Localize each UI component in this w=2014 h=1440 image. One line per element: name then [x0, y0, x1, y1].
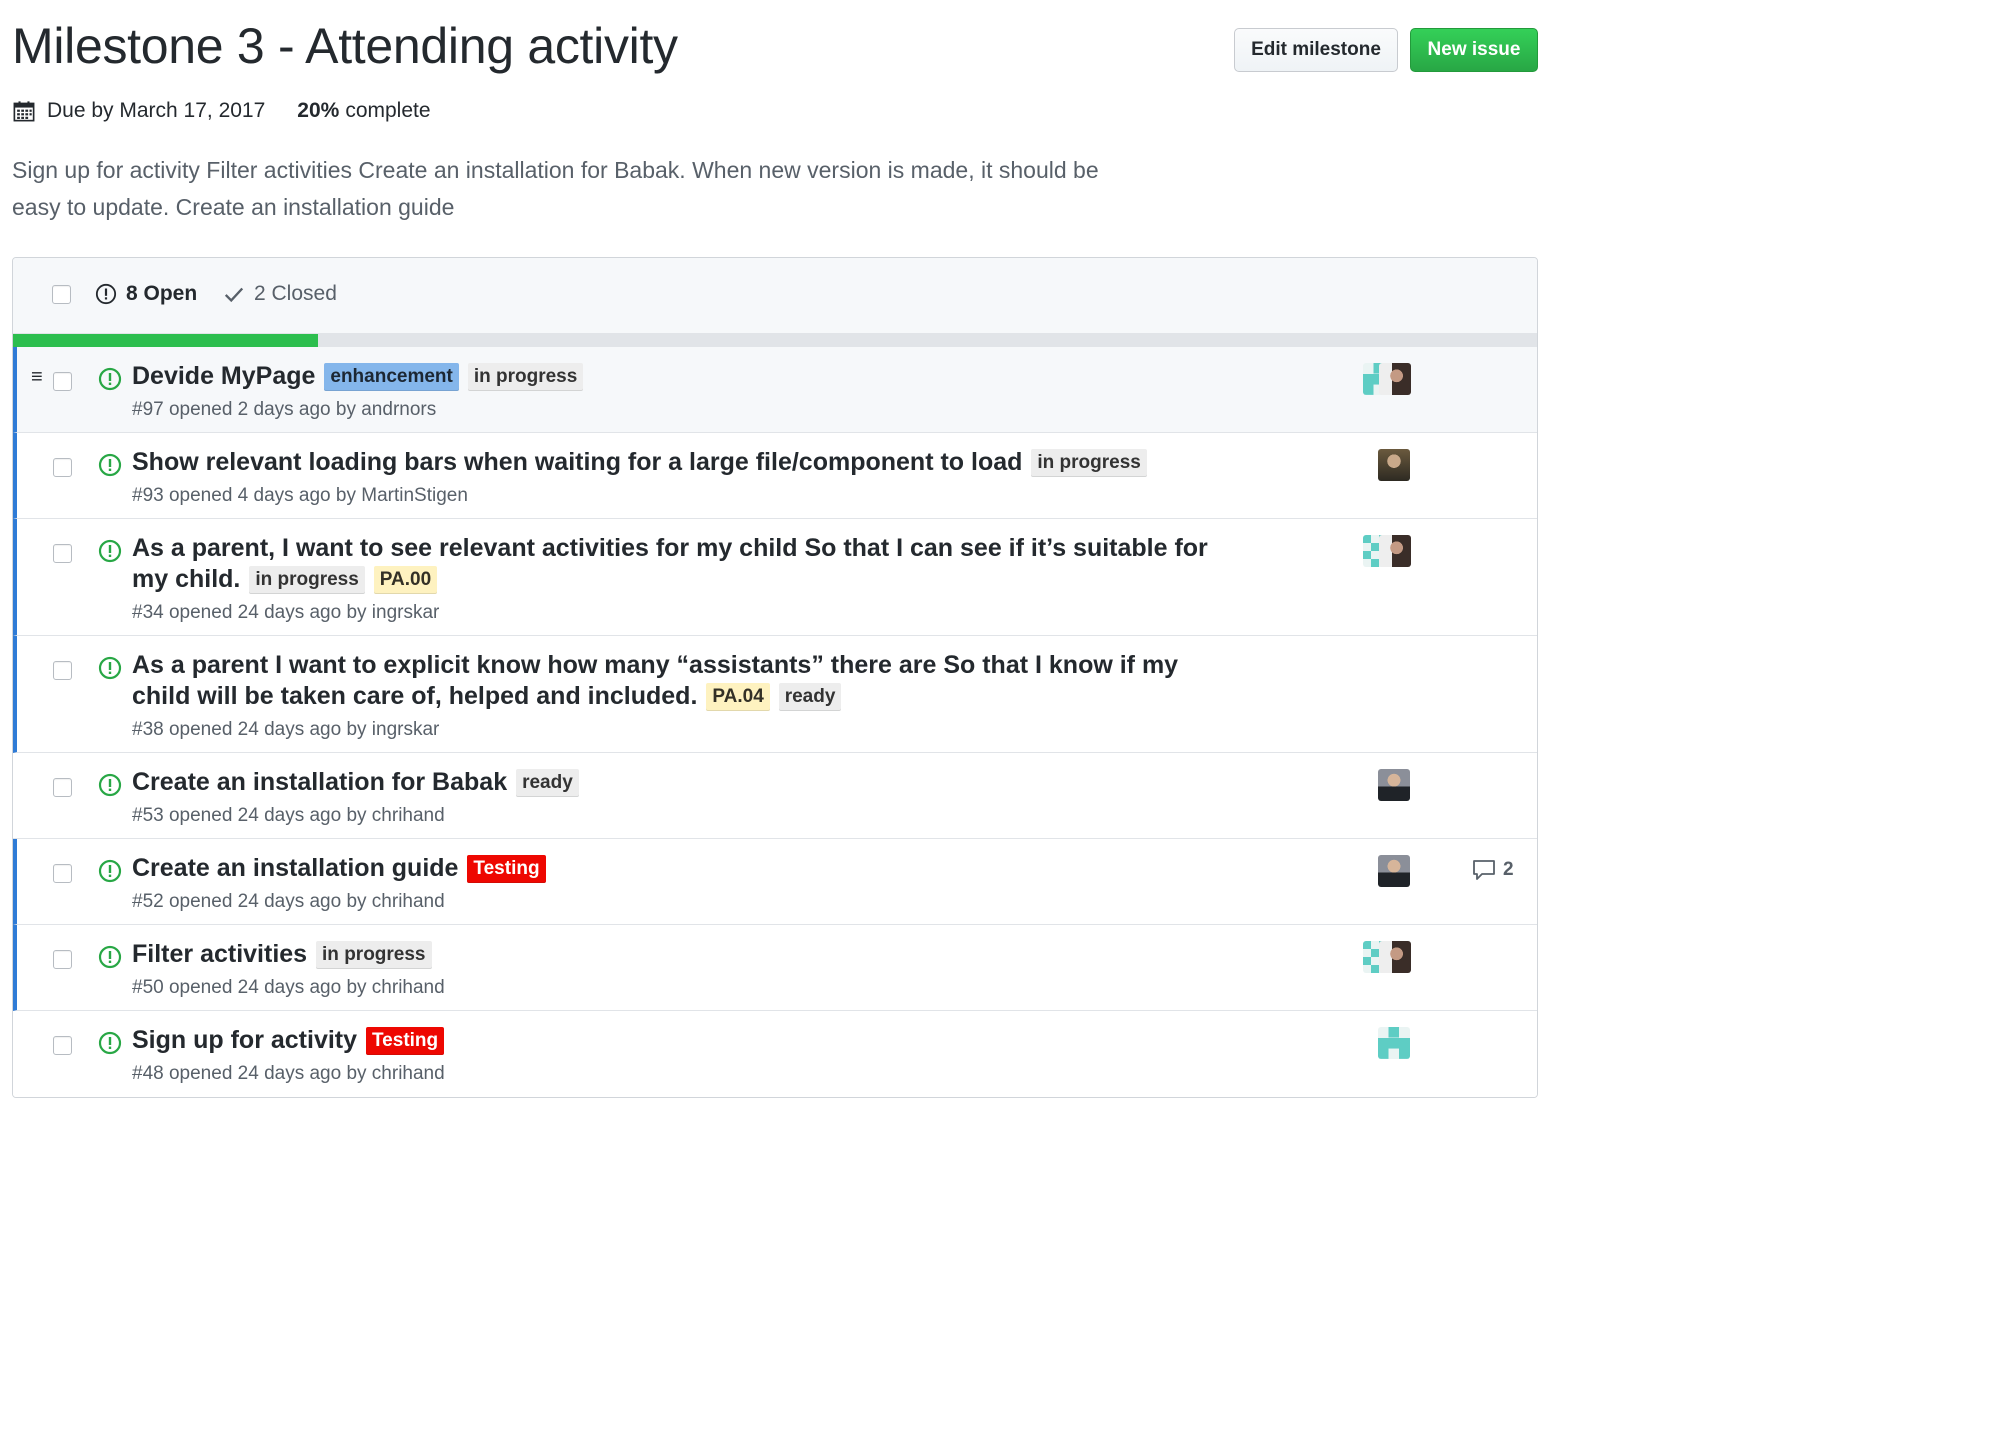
label-testing[interactable]: Testing — [467, 855, 546, 883]
avatar[interactable] — [1379, 535, 1411, 567]
issue-opened-icon — [98, 945, 122, 969]
avatar[interactable] — [1378, 449, 1410, 481]
issue-checkbox[interactable] — [53, 544, 72, 563]
avatar[interactable] — [1378, 769, 1410, 801]
label-in-progress[interactable]: in progress — [249, 566, 365, 594]
new-issue-button[interactable]: New issue — [1410, 28, 1538, 72]
issue-meta: #34 opened 24 days ago by ingrskar — [132, 602, 440, 623]
issue-checkbox[interactable] — [53, 950, 72, 969]
assignees[interactable] — [1363, 941, 1411, 973]
issue-meta: #53 opened 24 days ago by chrihand — [132, 805, 445, 826]
issue-row[interactable]: Create an installation for Babak ready #… — [13, 753, 1537, 839]
select-all-checkbox[interactable] — [52, 285, 71, 304]
drag-handle-icon[interactable]: ≡ — [31, 367, 43, 387]
issues-header: 8 Open 2 Closed — [13, 258, 1537, 334]
issue-checkbox[interactable] — [53, 778, 72, 797]
comment-count: 2 — [1503, 859, 1514, 880]
issue-checkbox[interactable] — [53, 458, 72, 477]
issue-checkbox[interactable] — [53, 661, 72, 680]
label-in-progress[interactable]: in progress — [467, 363, 584, 391]
assignees[interactable] — [1378, 769, 1410, 801]
open-issues-tab[interactable]: 8 Open — [95, 282, 197, 306]
issue-row[interactable]: Create an installation guide Testing #52… — [13, 839, 1537, 925]
label-pa-00[interactable]: PA.00 — [373, 566, 438, 594]
issue-title-link[interactable]: Create an installation guide — [132, 854, 458, 882]
issue-row[interactable]: ≡ Devide MyPage enhancement in progress … — [13, 347, 1537, 433]
issue-opened-icon — [98, 1031, 122, 1055]
issue-meta: #97 opened 2 days ago by andrnors — [132, 399, 437, 420]
issue-checkbox[interactable] — [53, 372, 72, 391]
assignees[interactable] — [1363, 535, 1411, 567]
issue-opened-icon — [98, 656, 122, 680]
issue-title-link[interactable]: Sign up for activity — [132, 1026, 357, 1054]
label-enhancement[interactable]: enhancement — [324, 363, 459, 391]
issue-meta: #38 opened 24 days ago by ingrskar — [132, 719, 440, 740]
issue-title-link[interactable]: Show relevant loading bars when waiting … — [132, 448, 1022, 476]
comments-link[interactable]: 2 — [1472, 859, 1514, 881]
milestone-meta: Due by March 17, 2017 20% complete — [13, 96, 431, 126]
issue-opened-icon — [98, 539, 122, 563]
label-in-progress[interactable]: in progress — [1031, 449, 1147, 477]
label-pa-04[interactable]: PA.04 — [706, 683, 770, 711]
closed-issues-tab[interactable]: 2 Closed — [223, 282, 337, 306]
issue-row[interactable]: As a parent, I want to see relevant acti… — [13, 519, 1537, 636]
label-ready[interactable]: ready — [778, 683, 842, 711]
milestone-description: Sign up for activity Filter activities C… — [12, 157, 1099, 220]
label-in-progress[interactable]: in progress — [316, 941, 432, 969]
issue-title-link[interactable]: Devide MyPage — [132, 362, 315, 390]
avatar[interactable] — [1378, 1027, 1410, 1059]
issue-meta: #93 opened 4 days ago by MartinStigen — [132, 485, 468, 506]
issue-opened-icon — [98, 453, 122, 477]
edit-milestone-button[interactable]: Edit milestone — [1234, 28, 1398, 72]
check-icon — [224, 287, 244, 303]
issue-title-link[interactable]: Create an installation for Babak — [132, 768, 507, 796]
issue-row[interactable]: Sign up for activity Testing #48 opened … — [13, 1011, 1537, 1097]
avatar[interactable] — [1379, 941, 1411, 973]
percent-complete-label: complete — [345, 99, 431, 122]
due-date: Due by March 17, 2017 — [47, 99, 266, 122]
issues-box: 8 Open 2 Closed ≡ Devide MyPage enhancem… — [12, 257, 1538, 1098]
label-testing[interactable]: Testing — [365, 1027, 445, 1055]
milestone-progress-fill — [13, 334, 318, 347]
label-ready[interactable]: ready — [516, 769, 579, 797]
issue-row[interactable]: Show relevant loading bars when waiting … — [13, 433, 1537, 519]
assignees[interactable] — [1378, 855, 1410, 887]
milestone-progress-bar — [13, 334, 1537, 347]
issue-opened-icon — [95, 283, 117, 305]
issue-row[interactable]: As a parent I want to explicit know how … — [13, 636, 1537, 753]
avatar[interactable] — [1378, 855, 1410, 887]
issue-row[interactable]: Filter activities in progress #50 opened… — [13, 925, 1537, 1011]
page-title: Milestone 3 - Attending activity — [12, 18, 678, 74]
closed-count: 2 Closed — [254, 282, 337, 305]
issue-opened-icon — [98, 773, 122, 797]
avatar[interactable] — [1379, 363, 1411, 395]
issue-title-link[interactable]: As a parent I want to explicit know how … — [132, 651, 1178, 710]
issue-checkbox[interactable] — [53, 1036, 72, 1055]
issue-title-link[interactable]: Filter activities — [132, 940, 307, 968]
calendar-icon — [13, 101, 35, 122]
assignees[interactable] — [1378, 449, 1410, 481]
assignees[interactable] — [1378, 1027, 1410, 1059]
assignees[interactable] — [1363, 363, 1411, 395]
issue-meta: #48 opened 24 days ago by chrihand — [132, 1063, 445, 1084]
issue-meta: #50 opened 24 days ago by chrihand — [132, 977, 445, 998]
issue-checkbox[interactable] — [53, 864, 72, 883]
percent-complete: 20% — [297, 99, 340, 122]
issue-meta: #52 opened 24 days ago by chrihand — [132, 891, 445, 912]
issue-opened-icon — [98, 859, 122, 883]
comment-icon — [1473, 860, 1495, 880]
issue-opened-icon — [98, 367, 122, 391]
open-count: 8 Open — [126, 282, 198, 305]
